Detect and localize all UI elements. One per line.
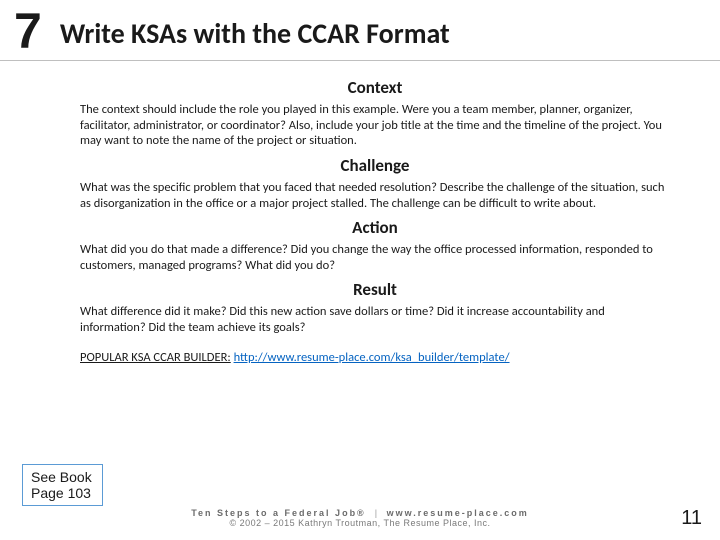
builder-link-label: POPULAR KSA CCAR BUILDER: (80, 350, 231, 365)
footer-brand-name: Ten Steps to a Federal Job® (191, 508, 366, 518)
builder-link-line: POPULAR KSA CCAR BUILDER: http://www.res… (80, 350, 670, 365)
footer-separator: | (375, 508, 378, 518)
page-number: 11 (681, 507, 702, 530)
section-body-challenge: What was the specific problem that you f… (80, 180, 670, 211)
section-heading-challenge: Challenge (80, 155, 670, 176)
section-body-context: The context should include the role you … (80, 102, 670, 149)
slide-content: Context The context should include the r… (0, 61, 720, 365)
book-reference-line1: See Book (31, 469, 92, 485)
section-body-result: What difference did it make? Did this ne… (80, 304, 670, 335)
step-number: 7 (0, 6, 60, 56)
builder-link-url[interactable]: http://www.resume-place.com/ksa_builder/… (234, 350, 510, 365)
section-heading-action: Action (80, 217, 670, 238)
footer-copyright: © 2002 – 2015 Kathryn Troutman, The Resu… (191, 518, 529, 528)
section-heading-result: Result (80, 279, 670, 300)
section-body-action: What did you do that made a difference? … (80, 242, 670, 273)
slide-header: 7 Write KSAs with the CCAR Format (0, 0, 720, 61)
section-heading-context: Context (80, 77, 670, 98)
footer-brand: Ten Steps to a Federal Job® | www.resume… (191, 508, 529, 528)
book-reference-line2: Page 103 (31, 485, 92, 501)
slide-title: Write KSAs with the CCAR Format (60, 16, 450, 51)
book-reference-box: See Book Page 103 (22, 464, 103, 506)
footer-brand-url: www.resume-place.com (387, 508, 529, 518)
